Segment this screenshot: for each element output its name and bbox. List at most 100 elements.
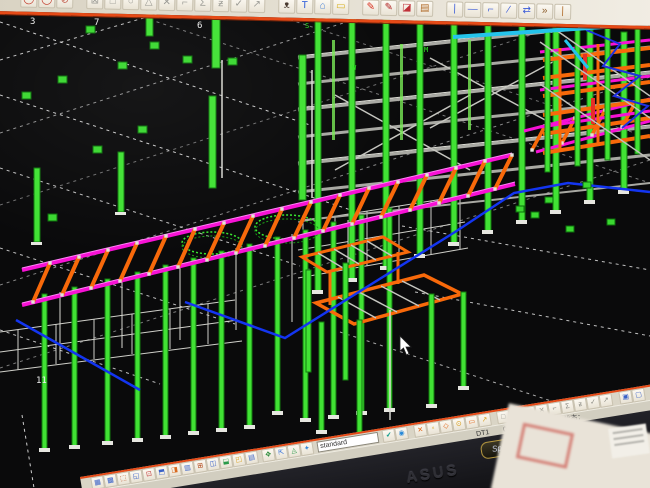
member-label: W <box>352 64 357 72</box>
base-plate <box>584 200 595 204</box>
corbel <box>516 206 524 212</box>
box-red-print <box>516 423 574 469</box>
joint-plate <box>263 244 266 247</box>
base-plate <box>31 242 42 245</box>
toolbar-separator <box>434 7 446 17</box>
joint-plate <box>280 207 283 210</box>
asus-logo: ASUS <box>405 462 461 487</box>
joint-plate <box>251 214 254 217</box>
snap-circle-icon[interactable]: ○ <box>122 0 139 10</box>
joint-plate <box>31 300 34 303</box>
green-column <box>451 22 457 244</box>
monitor-photo: 37611SEWM ◯◯⊘⊠□○△✕⌐Σƶ✓↗ᴥT⌂▭✎✎◪▤∣—⌐∕⇄»∣ ▦… <box>0 0 650 488</box>
base-plate <box>550 210 561 214</box>
corbel <box>183 56 192 63</box>
toolbar-icon[interactable]: ✦ <box>299 441 314 456</box>
arrow-tool-icon[interactable]: ↗ <box>248 0 265 13</box>
green-column <box>417 20 423 256</box>
check-tool-icon[interactable]: ✓ <box>230 0 247 13</box>
rack-beam <box>0 341 242 372</box>
joint-plate <box>338 193 341 196</box>
joint-plate <box>147 272 150 275</box>
joint-plate <box>530 148 533 151</box>
yellow-plate-icon[interactable]: ▭ <box>332 0 349 15</box>
base-plate <box>300 418 311 422</box>
base-plate <box>316 430 327 434</box>
member-label: S <box>305 22 309 30</box>
model-member <box>468 40 471 130</box>
binoculars-icon[interactable]: ᴥ <box>278 0 295 14</box>
snap-square-icon[interactable]: □ <box>104 0 121 10</box>
green-column <box>461 292 466 388</box>
disabled-tool-icon[interactable]: ⊘ <box>56 0 73 9</box>
grid-line <box>402 226 650 270</box>
green-column <box>163 265 168 437</box>
joint-plate <box>48 261 51 264</box>
model-member <box>332 40 335 140</box>
snap-box-icon[interactable]: ⊠ <box>86 0 103 9</box>
clipboard-icon[interactable]: ▤ <box>416 1 433 17</box>
line-diagonal-icon[interactable]: ∕ <box>500 2 517 18</box>
green-column <box>72 287 77 447</box>
corbel <box>566 226 574 232</box>
joint-plate <box>321 229 324 232</box>
corbel <box>583 182 591 188</box>
two-point-icon[interactable]: ⇄ <box>518 3 535 19</box>
corbel <box>22 92 31 99</box>
green-column <box>209 96 216 188</box>
base-plate <box>272 411 283 415</box>
green-column <box>349 16 355 280</box>
snap-cross-icon[interactable]: ✕ <box>158 0 175 11</box>
snap-corner-icon[interactable]: ⌐ <box>176 0 193 12</box>
globe-icon[interactable]: ◉ <box>394 426 409 441</box>
corbel <box>48 214 57 221</box>
base-plate <box>188 431 199 435</box>
joint-plate <box>590 133 593 136</box>
toolbar-icon[interactable]: ▤ <box>244 450 259 465</box>
joint-plate <box>77 255 80 258</box>
green-column <box>331 222 336 417</box>
toolbar-separator <box>74 0 86 9</box>
green-column <box>485 24 491 232</box>
grid-line <box>22 415 34 488</box>
joint-plate <box>309 200 312 203</box>
red-pen-icon[interactable]: ✎ <box>362 0 379 16</box>
sum-icon[interactable]: Σ <box>194 0 211 12</box>
red-pencil-icon[interactable]: ✎ <box>380 0 397 16</box>
desk-paper <box>608 424 650 459</box>
joint-plate <box>193 227 196 230</box>
z-tool-icon[interactable]: ƶ <box>212 0 229 12</box>
toolbar-separator <box>266 3 278 13</box>
window-mini-icon[interactable]: ▢ <box>631 388 646 403</box>
green-column <box>42 294 47 450</box>
create-hole-icon[interactable]: ◯ <box>38 0 55 8</box>
grid-line <box>0 22 310 125</box>
toolbar-icon[interactable]: ↗ <box>599 393 614 408</box>
joint-plate <box>379 215 382 218</box>
toolbar-icon[interactable]: ↗ <box>477 413 492 428</box>
green-column <box>247 244 252 427</box>
line-horizontal-icon[interactable]: — <box>464 2 481 18</box>
joint-plate <box>483 159 486 162</box>
polyline-icon[interactable]: ⌐ <box>482 2 499 18</box>
corbel <box>150 42 159 49</box>
base-plate <box>102 441 113 445</box>
joint-plate <box>164 234 167 237</box>
base-plate <box>115 212 126 215</box>
text-tool-icon[interactable]: T <box>296 0 313 14</box>
snap-triangle-icon[interactable]: △ <box>140 0 157 11</box>
corbel <box>228 58 237 65</box>
green-column <box>343 263 348 380</box>
offset-icon[interactable]: » <box>536 3 553 19</box>
green-column <box>135 272 140 440</box>
create-hole-icon[interactable]: ◯ <box>20 0 37 8</box>
drawing-icon[interactable]: ◪ <box>398 0 415 16</box>
joint-plate <box>118 279 121 282</box>
corbel <box>607 219 615 225</box>
corbel <box>93 146 102 153</box>
line-vertical-icon[interactable]: ∣ <box>446 1 463 17</box>
column-tool-icon[interactable]: ∣ <box>554 4 571 20</box>
joint-plate <box>205 258 208 261</box>
joint-plate <box>408 208 411 211</box>
home-view-icon[interactable]: ⌂ <box>314 0 331 15</box>
